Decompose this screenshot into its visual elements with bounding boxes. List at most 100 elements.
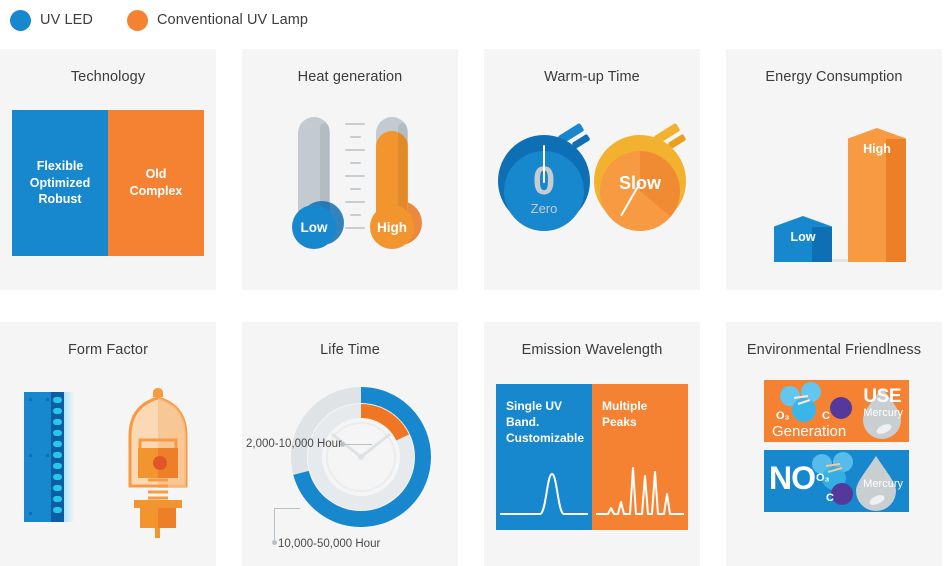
emission-lamp-text: Multiple Peaks bbox=[602, 398, 680, 430]
scale-tick bbox=[345, 123, 365, 125]
card-title: Heat generation bbox=[242, 49, 458, 85]
card-title: Emission Wavelength bbox=[484, 322, 700, 358]
environmental-led-carbon-label: C bbox=[826, 492, 834, 504]
scale-tick bbox=[345, 175, 365, 177]
environmental-lamp-panel: O₃ C Generation USE Mercury bbox=[764, 380, 909, 442]
emission-lamp-line-1: Multiple Peaks bbox=[602, 398, 680, 430]
bar-front-face bbox=[848, 139, 886, 262]
led-emitter bbox=[53, 430, 62, 436]
led-glow bbox=[64, 392, 74, 522]
thermometer-pair: Low bbox=[242, 105, 458, 285]
callout-line bbox=[342, 444, 372, 445]
card-title: Technology bbox=[0, 49, 216, 85]
card-life-time: Life Time 2,0 bbox=[242, 322, 458, 566]
life-time-led-label: 10,000-50,000 Hour bbox=[278, 538, 380, 550]
thermometer-scale bbox=[345, 123, 367, 240]
scale-tick bbox=[350, 188, 361, 190]
card-body bbox=[0, 370, 216, 566]
card-body: Low High bbox=[726, 97, 942, 290]
technology-lamp-panel: Old Complex bbox=[108, 110, 204, 256]
callout-dot bbox=[340, 442, 345, 447]
card-body: Flexible Optimized Robust Old Complex bbox=[0, 97, 216, 290]
multiple-peaks-spectrum-icon bbox=[592, 450, 688, 522]
uv-lamp-bulb-icon bbox=[112, 378, 204, 538]
card-technology: Technology Flexible Optimized Robust Old… bbox=[0, 49, 216, 290]
bar-lamp: High bbox=[848, 128, 906, 262]
card-body: 2,000-10,000 Hour 10,000-50,000 Hour bbox=[242, 370, 458, 566]
card-energy-consumption: Energy Consumption Low High bbox=[726, 49, 942, 290]
card-title: Warm-up Time bbox=[484, 49, 700, 85]
technology-led-line-3: Robust bbox=[30, 191, 90, 208]
card-form-factor: Form Factor bbox=[0, 322, 216, 566]
stopwatch-dial: 0 Zero bbox=[498, 135, 590, 227]
scale-tick bbox=[345, 227, 365, 229]
pcb-screw bbox=[29, 512, 32, 515]
scale-tick bbox=[350, 214, 361, 216]
emission-split: Single UV Band. Customizable Multiple Pe… bbox=[496, 384, 688, 530]
thermometer-lamp-label: High bbox=[377, 220, 407, 235]
card-body: 0 Zero Slow bbox=[484, 97, 700, 290]
environmental-led-ozone-label: O₃ bbox=[816, 472, 830, 484]
environmental-lamp-droplet-label: Mercury bbox=[863, 407, 903, 419]
card-title: Environmental Friendlness bbox=[726, 322, 942, 358]
bar-side-face bbox=[886, 139, 906, 262]
life-time-donut-chart bbox=[288, 384, 434, 530]
led-emitter bbox=[53, 452, 62, 458]
legend: UV LED Conventional UV Lamp bbox=[10, 0, 308, 40]
bar-lamp-label: High bbox=[848, 142, 906, 156]
card-body: Low bbox=[242, 97, 458, 290]
bar-led-label: Low bbox=[774, 230, 832, 244]
legend-item-uv-led: UV LED bbox=[10, 10, 93, 31]
technology-split: Flexible Optimized Robust Old Complex bbox=[12, 110, 204, 256]
card-body: Single UV Band. Customizable Multiple Pe… bbox=[484, 370, 700, 566]
technology-lamp-line-1: Old bbox=[130, 166, 183, 183]
environmental-panels: O₃ C Generation USE Mercury bbox=[764, 380, 909, 520]
callout-line bbox=[274, 508, 275, 542]
card-title: Life Time bbox=[242, 322, 458, 358]
callout-dot bbox=[272, 540, 277, 545]
environmental-led-droplet-label: Mercury bbox=[863, 478, 903, 490]
card-title: Form Factor bbox=[0, 322, 216, 358]
single-peak-spectrum-icon bbox=[496, 450, 592, 522]
emission-led-text: Single UV Band. Customizable bbox=[506, 398, 584, 447]
emission-led-line-1: Single UV Band. bbox=[506, 398, 584, 430]
thermometer-led-label: Low bbox=[301, 220, 328, 235]
environmental-lamp-caption: Generation bbox=[772, 423, 846, 440]
card-environmental-friendliness: Environmental Friendlness bbox=[726, 322, 942, 566]
callout-line bbox=[274, 508, 300, 509]
led-emitter bbox=[53, 496, 62, 502]
thermometer-bulb: Low bbox=[292, 205, 336, 249]
card-body: O₃ C Generation USE Mercury bbox=[726, 370, 942, 566]
pcb-screw bbox=[46, 454, 49, 457]
led-emitter bbox=[53, 441, 62, 447]
technology-lamp-line-2: Complex bbox=[130, 183, 183, 200]
pcb-screw bbox=[46, 398, 49, 401]
scale-tick bbox=[345, 149, 365, 151]
emission-led-panel: Single UV Band. Customizable bbox=[496, 384, 592, 530]
environmental-lamp-ozone-label: O₃ bbox=[776, 410, 790, 422]
emission-lamp-panel: Multiple Peaks bbox=[592, 384, 688, 530]
environmental-lamp-droplet-use-label: USE bbox=[863, 386, 901, 408]
legend-item-label: Conventional UV Lamp bbox=[157, 12, 308, 28]
led-emitter bbox=[53, 507, 62, 513]
technology-led-line-1: Flexible bbox=[30, 158, 90, 175]
environmental-led-panel: NO O₃ C Mercury bbox=[764, 450, 909, 512]
led-strip-icon bbox=[24, 392, 72, 522]
bar-chart-3d: Low High bbox=[726, 112, 942, 262]
led-emitter bbox=[53, 419, 62, 425]
thermometer-bulb: High bbox=[370, 205, 414, 249]
stopwatch-dial: Slow bbox=[594, 135, 686, 227]
circle-icon bbox=[127, 10, 148, 31]
life-time-lamp-label: 2,000-10,000 Hour bbox=[246, 438, 342, 450]
card-title: Energy Consumption bbox=[726, 49, 942, 85]
legend-item-conventional-uv-lamp: Conventional UV Lamp bbox=[127, 10, 308, 31]
led-emitter bbox=[53, 397, 62, 403]
emission-led-line-2: Customizable bbox=[506, 430, 584, 446]
card-heat-generation: Heat generation Low bbox=[242, 49, 458, 290]
led-emitter bbox=[53, 463, 62, 469]
environmental-led-negation: NO bbox=[769, 460, 815, 497]
scale-tick bbox=[345, 201, 365, 203]
led-emitter bbox=[53, 408, 62, 414]
led-emitter bbox=[53, 485, 62, 491]
legend-item-label: UV LED bbox=[40, 12, 93, 28]
